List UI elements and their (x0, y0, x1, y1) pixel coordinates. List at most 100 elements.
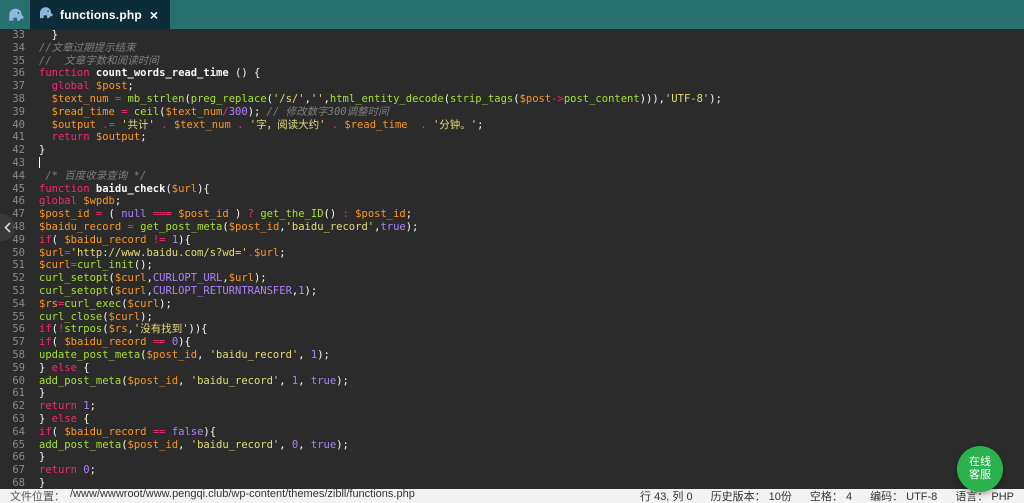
code-line-43[interactable] (39, 157, 1024, 170)
line-number: 61 (0, 387, 25, 400)
code-token: 'baidu_record' (210, 349, 299, 361)
code-token: ); (305, 285, 318, 297)
line-number: 36 (0, 67, 25, 80)
code-line-50[interactable]: $url='http://www.baidu.com/s?wd='.$url; (39, 247, 1024, 260)
code-token: ); (317, 349, 330, 361)
code-line-34[interactable]: //文章过期提示结束 (39, 42, 1024, 55)
code-line-56[interactable]: if(!strpos($rs,'没有找到')){ (39, 323, 1024, 336)
code-line-35[interactable]: // 文章字数和阅读时间 (39, 55, 1024, 68)
code-line-59[interactable]: } else { (39, 362, 1024, 375)
line-number: 46 (0, 195, 25, 208)
code-token: 'http://www.baidu.com/s?wd=' (71, 247, 248, 259)
code-line-37[interactable]: global $post; (39, 80, 1024, 93)
code-line-47[interactable]: $post_id = ( null === $post_id ) ? get_t… (39, 208, 1024, 221)
code-token: /* 百度收录查询 */ (39, 170, 146, 182)
code-token: strip_tags (450, 93, 513, 105)
encoding[interactable]: 编码： UTF-8 (870, 489, 937, 503)
code-token: $text_num (174, 119, 231, 131)
code-token: ); (159, 298, 172, 310)
code-token: , (279, 375, 292, 387)
code-token: } (39, 144, 45, 156)
code-token: curl_setopt (39, 285, 109, 297)
code-line-33[interactable]: } (39, 29, 1024, 42)
file-location-label: 文件位置： (10, 489, 65, 503)
code-line-41[interactable]: return $output; (39, 131, 1024, 144)
code-token: , (178, 439, 191, 451)
code-token: ( (52, 234, 65, 246)
code-token: ){ (197, 183, 210, 195)
tab-functions-php[interactable]: functions.php × (30, 0, 170, 29)
code-token: return (39, 464, 83, 476)
code-line-65[interactable]: add_post_meta($post_id, 'baidu_record', … (39, 439, 1024, 452)
code-line-51[interactable]: $curl=curl_init(); (39, 259, 1024, 272)
code-line-53[interactable]: curl_setopt($curl,CURLOPT_RETURNTRANSFER… (39, 285, 1024, 298)
code-token: get_the_ID (260, 208, 323, 220)
code-token: ); (248, 106, 267, 118)
code-token: $post_id (229, 221, 280, 233)
customer-service-button[interactable]: 在线 客服 (957, 446, 1003, 492)
code-token: $read_time (52, 106, 115, 118)
close-icon[interactable]: × (150, 8, 158, 22)
code-token: baidu_check (96, 183, 166, 195)
code-token: update_post_meta (39, 349, 140, 361)
code-line-67[interactable]: return 0; (39, 464, 1024, 477)
code-token: add_post_meta (39, 439, 121, 451)
code-line-58[interactable]: update_post_meta($post_id, 'baidu_record… (39, 349, 1024, 362)
code-token: == (153, 336, 166, 348)
code-token: return (39, 400, 83, 412)
code-line-61[interactable]: } (39, 387, 1024, 400)
code-line-40[interactable]: $output .= '共计' . $text_num . '字，阅读大约' .… (39, 119, 1024, 132)
code-line-45[interactable]: function baidu_check($url){ (39, 183, 1024, 196)
code-line-48[interactable]: $baidu_record = get_post_meta($post_id,'… (39, 221, 1024, 234)
code-token: '字，阅读大约' (250, 119, 326, 131)
tab-title: functions.php (60, 8, 142, 22)
code-line-39[interactable]: $read_time = ceil($text_num/300); // 修改数… (39, 106, 1024, 119)
code-token (39, 131, 52, 143)
status-bar-right: 行 43, 列 0 历史版本： 10份 空格： 4 编码： UTF-8 语言： … (640, 489, 1014, 503)
code-token: ceil (134, 106, 159, 118)
code-area[interactable]: 3334353637383940414243444546474849505152… (0, 29, 1024, 489)
code-line-60[interactable]: add_post_meta($post_id, 'baidu_record', … (39, 375, 1024, 388)
code-token: ; (477, 119, 483, 131)
code-line-38[interactable]: $text_num = mb_strlen(preg_replace('/s/'… (39, 93, 1024, 106)
code-line-36[interactable]: function count_words_read_time () { (39, 67, 1024, 80)
code-line-44[interactable]: /* 百度收录查询 */ (39, 170, 1024, 183)
code-line-52[interactable]: curl_setopt($curl,CURLOPT_URL,$url); (39, 272, 1024, 285)
code-token: ; (115, 195, 121, 207)
cursor-position-indicator[interactable]: 行 43, 列 0 (640, 489, 693, 503)
code-token: null (121, 208, 146, 220)
code-token: '没有找到' (134, 323, 189, 335)
code-token: $post_id (39, 208, 90, 220)
code-token: $rs (39, 298, 58, 310)
indent-spaces[interactable]: 空格： 4 (810, 489, 852, 503)
line-number: 38 (0, 93, 25, 106)
code-line-46[interactable]: global $wpdb; (39, 195, 1024, 208)
code-token: 300 (229, 106, 248, 118)
code-line-68[interactable]: } (39, 477, 1024, 489)
status-bar: 文件位置： /www/wwwroot/www.pengqi.club/wp-co… (0, 489, 1024, 503)
code-token: mb_strlen (128, 93, 185, 105)
code-token: $url (254, 247, 279, 259)
code-token: $text_num (52, 93, 109, 105)
history-versions[interactable]: 历史版本： 10份 (711, 489, 792, 503)
line-number: 44 (0, 170, 25, 183)
code-line-64[interactable]: if( $baidu_record == false){ (39, 426, 1024, 439)
code-line-42[interactable]: } (39, 144, 1024, 157)
code-token: ; (128, 80, 134, 92)
code-line-66[interactable]: } (39, 451, 1024, 464)
code-token: // 文章字数和阅读时间 (39, 55, 159, 67)
code-line-55[interactable]: curl_close($curl); (39, 311, 1024, 324)
code-token: , (197, 349, 210, 361)
code-line-63[interactable]: } else { (39, 413, 1024, 426)
code-line-62[interactable]: return 1; (39, 400, 1024, 413)
code-token: , (298, 439, 311, 451)
chevron-left-icon (4, 222, 11, 233)
code-line-54[interactable]: $rs=curl_exec($curl); (39, 298, 1024, 311)
code-token: ){ (203, 426, 216, 438)
code-token: $baidu_record (39, 221, 121, 233)
code-line-49[interactable]: if( $baidu_record != 1){ (39, 234, 1024, 247)
code-token: )){ (189, 323, 208, 335)
code-line-57[interactable]: if( $baidu_record == 0){ (39, 336, 1024, 349)
line-number: 45 (0, 183, 25, 196)
code-token: curl_init (77, 259, 134, 271)
